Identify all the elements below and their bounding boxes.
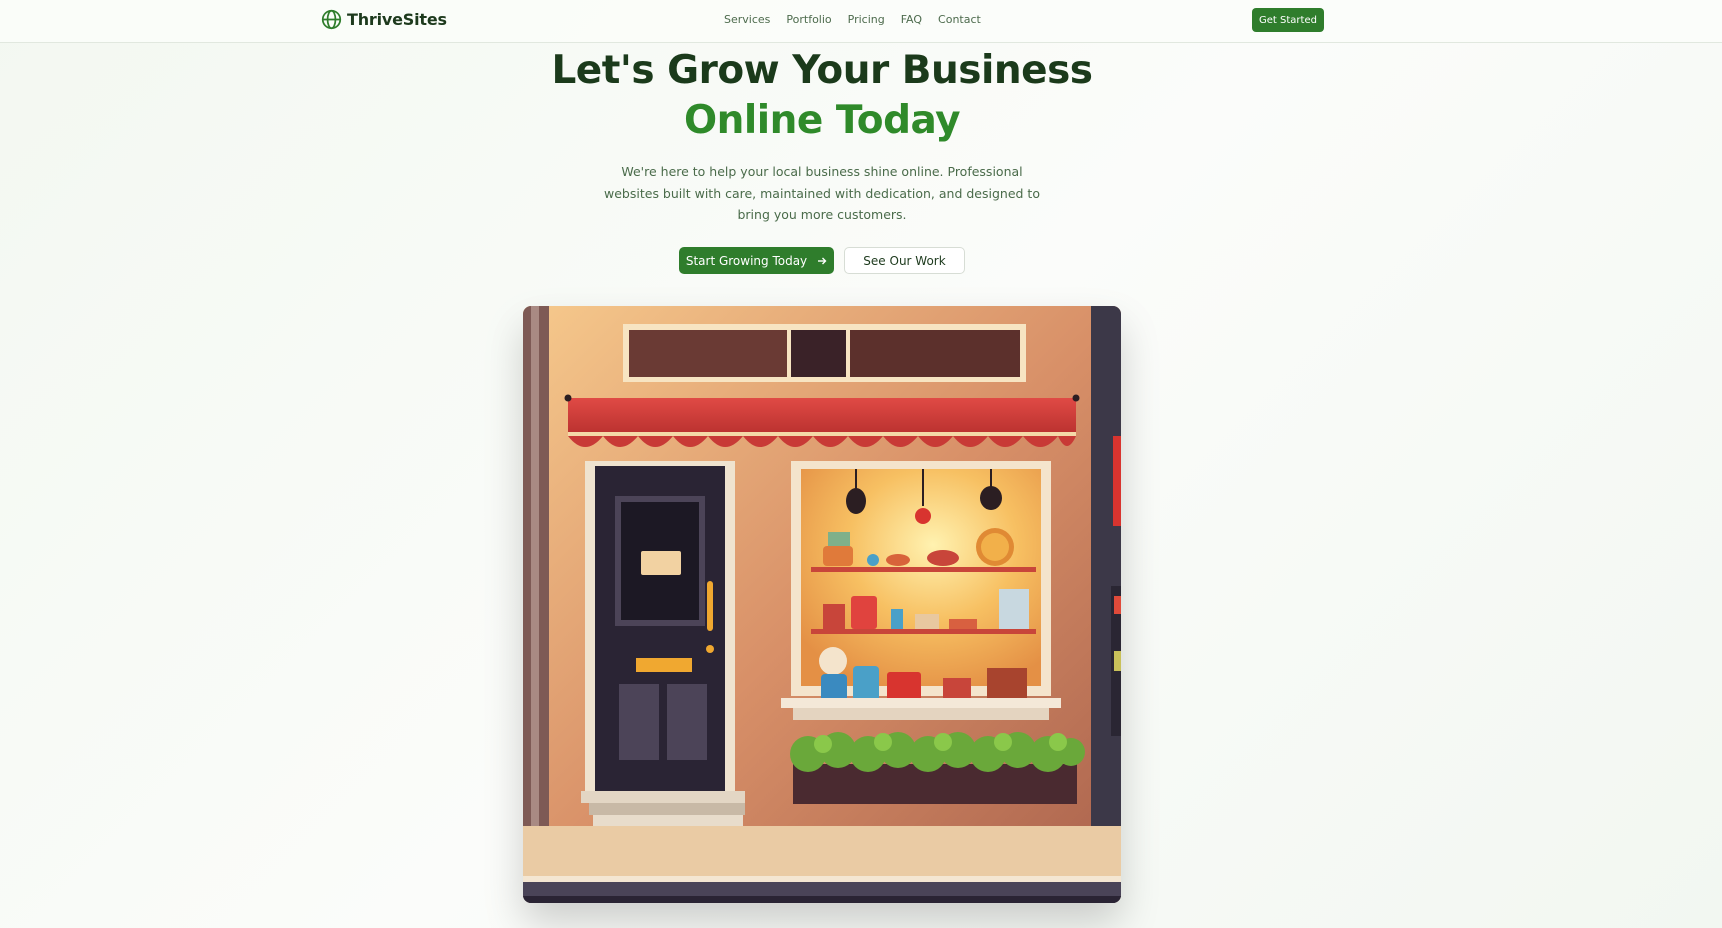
storefront-svg	[523, 306, 1121, 903]
start-growing-button[interactable]: Start Growing Today	[679, 247, 834, 274]
brand-name: ThriveSites	[347, 10, 447, 29]
nav-link-portfolio[interactable]: Portfolio	[786, 13, 831, 26]
nav-link-contact[interactable]: Contact	[938, 13, 981, 26]
see-our-work-button[interactable]: See Our Work	[844, 247, 965, 274]
hero-title-line1: Let's Grow Your Business	[551, 48, 1093, 93]
globe-icon	[321, 9, 342, 30]
start-growing-label: Start Growing Today	[685, 253, 808, 268]
hero-title-line2: Online Today	[683, 98, 961, 143]
storefront-illustration	[523, 306, 1121, 903]
hero-subtitle: We're here to help your local business s…	[604, 164, 1040, 222]
hero-title: Let's Grow Your Business Online Today	[0, 46, 1644, 146]
get-started-button[interactable]: Get Started	[1252, 8, 1324, 32]
nav-links: Services Portfolio Pricing FAQ Contact	[724, 13, 981, 26]
arrow-right-icon	[818, 257, 827, 264]
nav-link-services[interactable]: Services	[724, 13, 770, 26]
brand-logo[interactable]: ThriveSites	[321, 9, 447, 30]
nav-link-pricing[interactable]: Pricing	[848, 13, 885, 26]
top-nav: ThriveSites Services Portfolio Pricing F…	[0, 0, 1722, 43]
nav-link-faq[interactable]: FAQ	[901, 13, 922, 26]
